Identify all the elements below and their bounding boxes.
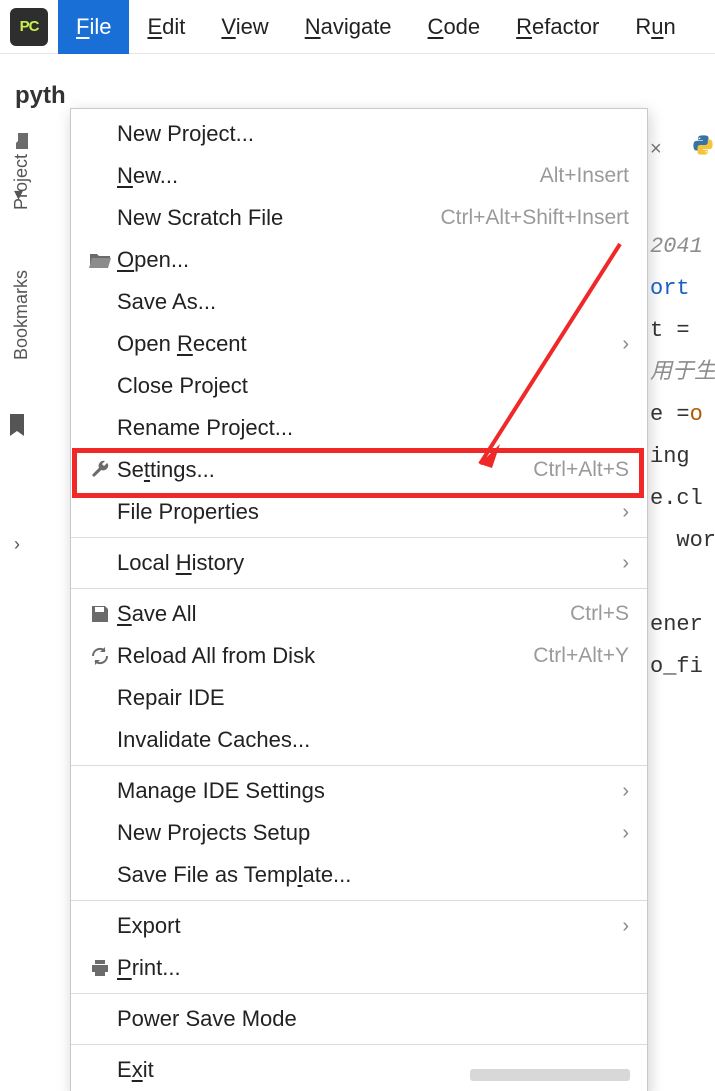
- tree-expand-icon[interactable]: ▾: [14, 184, 23, 205]
- menu-repair-ide[interactable]: Repair IDE: [71, 677, 647, 719]
- separator: [71, 588, 647, 589]
- file-menu-dropdown: New Project... New... Alt+Insert New Scr…: [70, 108, 648, 1091]
- menu-close-project[interactable]: Close Project: [71, 365, 647, 407]
- menu-open-recent[interactable]: Open Recent ›: [71, 323, 647, 365]
- menu-new-project[interactable]: New Project...: [71, 113, 647, 155]
- menu-manage-ide-settings[interactable]: Manage IDE Settings ›: [71, 770, 647, 812]
- menu-run[interactable]: Run: [617, 0, 693, 54]
- folder-open-icon: [83, 251, 117, 269]
- python-file-icon: [692, 134, 714, 156]
- menu-navigate[interactable]: Navigate: [287, 0, 410, 54]
- chevron-right-icon: ›: [622, 333, 629, 356]
- separator: [71, 993, 647, 994]
- separator: [71, 537, 647, 538]
- menu-save-all[interactable]: Save All Ctrl+S: [71, 593, 647, 635]
- menu-code[interactable]: Code: [410, 0, 499, 54]
- separator: [71, 1044, 647, 1045]
- menubar: PC File Edit View Navigate Code Refactor…: [0, 0, 715, 54]
- menu-rename-project[interactable]: Rename Project...: [71, 407, 647, 449]
- reload-icon: [83, 646, 117, 666]
- separator: [71, 900, 647, 901]
- tree-collapse-icon[interactable]: ›: [14, 534, 20, 555]
- chevron-right-icon: ›: [622, 501, 629, 524]
- menu-power-save[interactable]: Power Save Mode: [71, 998, 647, 1040]
- menu-export[interactable]: Export ›: [71, 905, 647, 947]
- save-icon: [83, 604, 117, 624]
- content-area: pyth Project Bookmarks ▾ › × New Project…: [0, 54, 715, 1064]
- chevron-right-icon: ›: [622, 780, 629, 803]
- menu-new[interactable]: New... Alt+Insert: [71, 155, 647, 197]
- menu-reload-from-disk[interactable]: Reload All from Disk Ctrl+Alt+Y: [71, 635, 647, 677]
- menu-local-history[interactable]: Local History ›: [71, 542, 647, 584]
- menu-refactor[interactable]: Refactor: [498, 0, 617, 54]
- menu-invalidate-caches[interactable]: Invalidate Caches...: [71, 719, 647, 761]
- menu-new-scratch[interactable]: New Scratch File Ctrl+Alt+Shift+Insert: [71, 197, 647, 239]
- chevron-right-icon: ›: [622, 552, 629, 575]
- menu-open[interactable]: Open...: [71, 239, 647, 281]
- menu-view[interactable]: View: [203, 0, 286, 54]
- breadcrumb: pyth: [15, 82, 66, 110]
- close-tab-icon[interactable]: ×: [650, 138, 662, 161]
- menu-file[interactable]: File: [58, 0, 129, 54]
- menu-save-as[interactable]: Save As...: [71, 281, 647, 323]
- folder-icon: [14, 133, 28, 149]
- wrench-icon: [83, 460, 117, 480]
- app-icon: PC: [10, 8, 48, 46]
- sidebar-tab-bookmarks[interactable]: Bookmarks: [11, 270, 32, 360]
- menu-new-projects-setup[interactable]: New Projects Setup ›: [71, 812, 647, 854]
- editor-peek: 2041 ort t = 用于生 e =o ing e.cl wor ener …: [650, 184, 715, 730]
- menu-edit[interactable]: Edit: [129, 0, 203, 54]
- menu-file-properties[interactable]: File Properties ›: [71, 491, 647, 533]
- separator: [71, 765, 647, 766]
- tool-window-tabs: Project Bookmarks: [0, 124, 42, 360]
- chevron-right-icon: ›: [622, 915, 629, 938]
- chevron-right-icon: ›: [622, 822, 629, 845]
- menu-save-as-template[interactable]: Save File as Template...: [71, 854, 647, 896]
- menu-print[interactable]: Print...: [71, 947, 647, 989]
- menu-settings[interactable]: Settings... Ctrl+Alt+S: [71, 449, 647, 491]
- horizontal-scrollbar[interactable]: [470, 1069, 630, 1081]
- bookmark-icon: [8, 414, 26, 441]
- printer-icon: [83, 958, 117, 978]
